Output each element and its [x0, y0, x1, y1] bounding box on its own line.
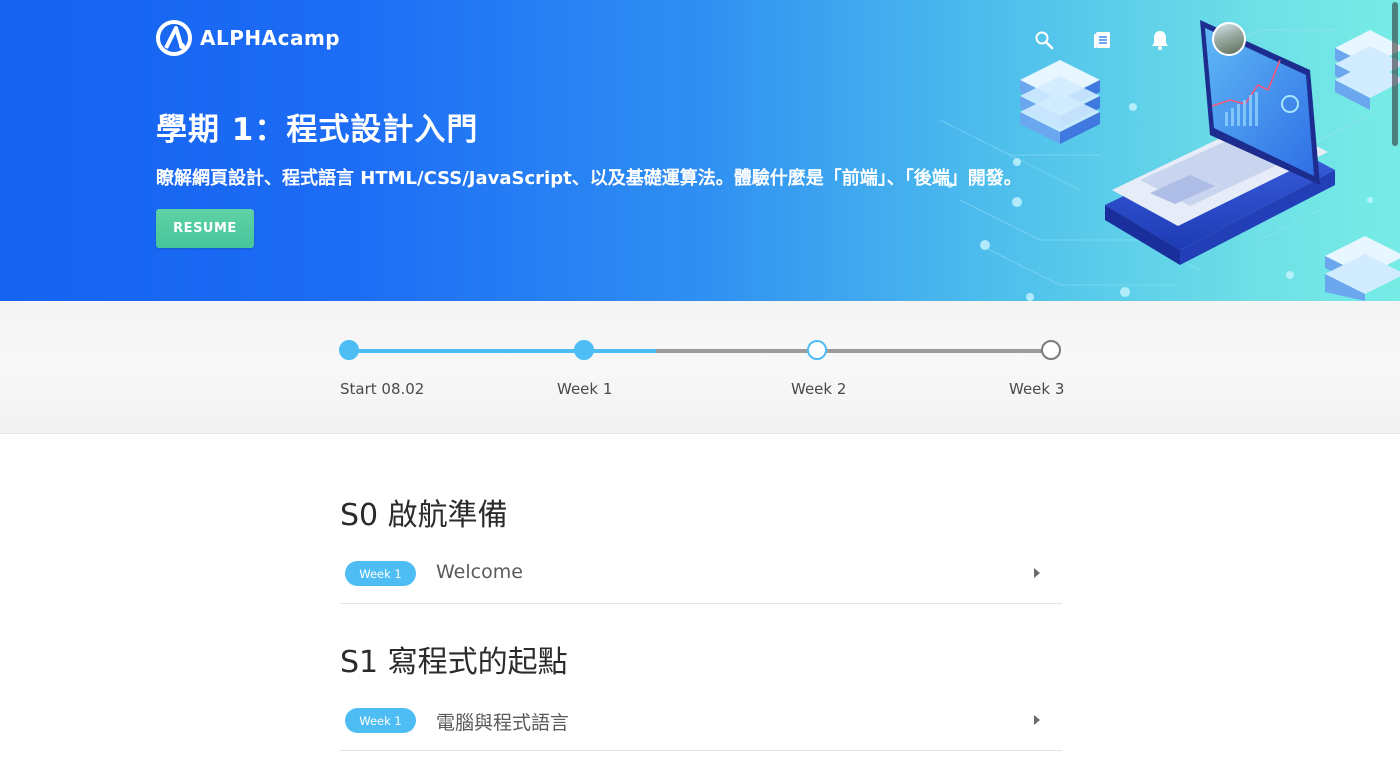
timeline-track-completed: [349, 349, 656, 353]
timeline-label-week-2: Week 2: [791, 380, 847, 398]
lesson-row[interactable]: Week 1 電腦與程式語言: [340, 695, 1062, 751]
timeline-label-week-1: Week 1: [557, 380, 613, 398]
search-icon[interactable]: [1030, 26, 1058, 54]
timeline-track-upcoming: [656, 349, 1051, 353]
timeline-dot-week-2[interactable]: [807, 340, 827, 360]
progress-timeline: Start 08.02 Week 1 Week 2 Week 3: [0, 301, 1400, 434]
chevron-right-icon: [1034, 715, 1040, 725]
chevron-right-icon: [1034, 568, 1040, 578]
user-avatar[interactable]: [1212, 22, 1246, 56]
lesson-row[interactable]: Week 1 Welcome: [340, 548, 1062, 604]
alphacamp-logo-icon: [156, 20, 192, 56]
week-badge: Week 1: [345, 561, 416, 586]
hero-banner: ALPHAcamp 學期 1：程式設計入門 瞭解網頁設計、程式語言 HTML/C…: [0, 0, 1400, 301]
brand-logo[interactable]: ALPHAcamp: [156, 20, 340, 56]
lesson-title: 電腦與程式語言: [436, 712, 570, 734]
section-title-s0: S0 啟航準備: [340, 498, 508, 533]
lesson-title: Welcome: [436, 561, 523, 583]
page-scrollbar[interactable]: [1392, 2, 1398, 146]
page-title: 學期 1：程式設計入門: [156, 112, 479, 148]
course-description: 瞭解網頁設計、程式語言 HTML/CSS/JavaScript、以及基礎運算法。…: [156, 168, 1022, 189]
header-actions: [1030, 26, 1174, 54]
bell-icon[interactable]: [1146, 26, 1174, 54]
resume-button[interactable]: RESUME: [156, 209, 254, 248]
section-title-s1: S1 寫程式的起點: [340, 645, 568, 680]
timeline-dot-start[interactable]: [339, 340, 359, 360]
timeline-label-week-3: Week 3: [1009, 380, 1065, 398]
timeline-dot-week-3[interactable]: [1041, 340, 1061, 360]
timeline-dot-week-1[interactable]: [574, 340, 594, 360]
week-badge: Week 1: [345, 708, 416, 733]
notebook-icon[interactable]: [1088, 26, 1116, 54]
brand-wordmark: ALPHAcamp: [200, 26, 341, 50]
timeline-label-start: Start 08.02: [340, 380, 425, 398]
